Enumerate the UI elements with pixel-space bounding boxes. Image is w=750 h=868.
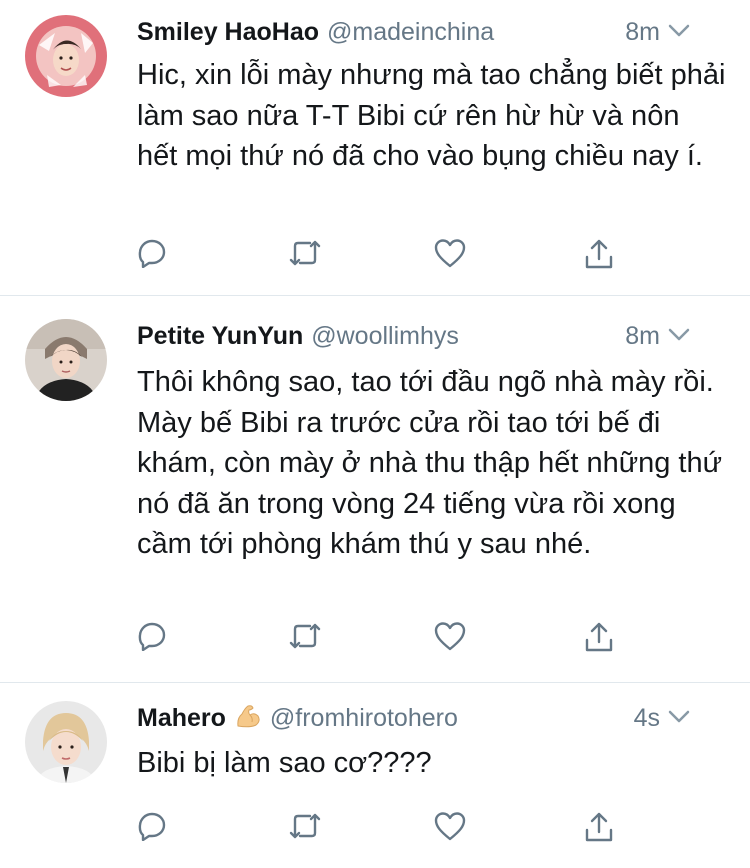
reply-icon [138,812,166,841]
share-icon [585,622,613,652]
retweet-button[interactable] [287,238,323,274]
reply-button[interactable] [137,621,173,657]
share-button[interactable] [584,621,620,657]
tweet-3[interactable]: Mahero @fromhirotohero 4s Bibi bị làm sao… [0,683,750,868]
user-handle[interactable]: @fromhirotohero [270,704,458,732]
tweet-text: Hic, xin lỗi mày nhưng mà tao chẳng biết… [137,59,726,172]
avatar[interactable] [25,15,107,97]
retweet-icon [289,623,321,649]
like-button[interactable] [434,811,470,847]
share-icon [585,812,613,842]
retweet-button[interactable] [287,621,323,657]
heart-icon [434,812,466,841]
tweet-actions [137,621,617,657]
heart-icon [434,239,466,268]
reply-icon [138,239,166,268]
reply-icon [138,622,166,651]
heart-icon [434,622,466,651]
tweet-1[interactable]: Smiley HaoHao @madeinchina 8m Hic, xin lỗ… [0,0,750,295]
display-name[interactable]: Mahero [137,704,226,732]
share-icon [585,239,613,269]
chevron-down-icon[interactable] [668,328,690,342]
display-name[interactable]: Petite YunYun [137,322,303,350]
user-handle[interactable]: @madeinchina [327,18,494,46]
tweet-2[interactable]: Petite YunYun @woollimhys 8m Thôi không s… [0,296,750,682]
timestamp: 8m [625,18,660,46]
display-name[interactable]: Smiley HaoHao [137,18,319,46]
retweet-icon [289,240,321,266]
timestamp: 4s [633,704,660,732]
share-button[interactable] [584,238,620,274]
share-button[interactable] [584,811,620,847]
chevron-down-icon[interactable] [668,24,690,38]
avatar[interactable] [25,319,107,401]
like-button[interactable] [434,238,470,274]
avatar[interactable] [25,701,107,783]
reply-button[interactable] [137,811,173,847]
reply-button[interactable] [137,238,173,274]
like-button[interactable] [434,621,470,657]
tweet-actions [137,811,617,847]
tweet-actions [137,238,617,274]
tweet-text: Thôi không sao, tao tới đầu ngõ nhà mày … [137,366,723,560]
user-handle[interactable]: @woollimhys [311,322,459,350]
retweet-button[interactable] [287,811,323,847]
retweet-icon [289,813,321,839]
flexed-biceps-emoji [237,705,260,728]
chevron-down-icon[interactable] [668,710,690,724]
tweet-text: Bibi bị làm sao cơ???? [137,747,432,779]
timestamp: 8m [625,322,660,350]
